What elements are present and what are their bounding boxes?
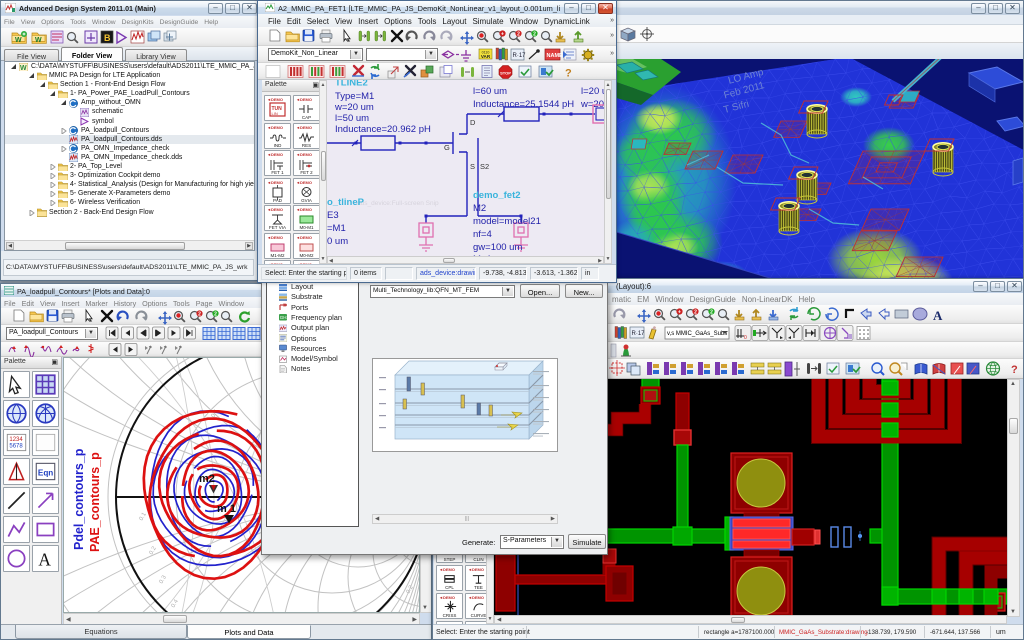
svg-text:m2: m2 (199, 473, 215, 485)
svg-text:G: G (444, 143, 450, 152)
svg-text:D: D (470, 118, 476, 127)
svg-text:=M1: =M1 (327, 223, 346, 234)
svg-text:W: W (20, 65, 27, 72)
svg-text:model=model21: model=model21 (473, 216, 541, 227)
svg-text:R·17: R·17 (513, 53, 527, 59)
svg-text:S: S (470, 162, 475, 171)
svg-text:0: 0 (744, 335, 747, 341)
svg-text:2: 2 (694, 310, 697, 316)
svg-text:o_tlineP: o_tlineP (327, 197, 365, 208)
svg-text:l=50 um: l=50 um (335, 113, 369, 124)
svg-text:A: A (933, 308, 943, 323)
svg-text:2: 2 (214, 312, 217, 318)
svg-text:gw=100 um: gw=100 um (473, 242, 522, 253)
svg-text:nf=4: nf=4 (473, 229, 492, 240)
svg-text:l=20 u: l=20 u (581, 86, 604, 97)
svg-text:R·17: R·17 (632, 331, 646, 337)
svg-text:l=60 um: l=60 um (473, 86, 507, 97)
svg-text:Inductance=25.1544 pH: Inductance=25.1544 pH (473, 99, 574, 110)
svg-text:S2: S2 (480, 162, 489, 171)
svg-text:w=20 um: w=20 um (334, 102, 374, 113)
svg-text:+: + (678, 310, 681, 316)
svg-text:A: A (38, 551, 51, 570)
svg-text:1234: 1234 (9, 437, 23, 443)
svg-text:W: W (15, 37, 22, 44)
svg-text:STOP: STOP (500, 70, 511, 75)
svg-text:M2: M2 (473, 203, 486, 214)
svg-text:VAR: VAR (481, 54, 491, 59)
svg-text:+: + (501, 32, 504, 38)
svg-text:Inductance=20.962 pH: Inductance=20.962 pH (335, 124, 431, 135)
svg-text:GHz: GHz (280, 316, 287, 321)
svg-text:m 1: m 1 (217, 503, 236, 515)
svg-text:5678: 5678 (9, 443, 23, 449)
svg-text:LIN: LIN (272, 111, 278, 116)
svg-text:v,s MMIC_GaAs_Subs: v,s MMIC_GaAs_Subs (667, 331, 727, 337)
svg-text:Type=M1: Type=M1 (335, 91, 374, 102)
svg-text:?: ? (565, 68, 572, 80)
svg-text:2: 2 (517, 32, 520, 38)
svg-text:Eqn: Eqn (38, 468, 53, 477)
svg-text:TLINE2: TLINE2 (335, 80, 368, 89)
svg-text:ads_device:Full-screen Snip: ads_device:Full-screen Snip (357, 200, 439, 207)
svg-text:W: W (35, 37, 42, 44)
svg-text:2: 2 (198, 312, 201, 318)
svg-text:E3: E3 (327, 210, 339, 221)
svg-text:?: ? (1011, 364, 1018, 376)
svg-text:2: 2 (533, 32, 536, 38)
svg-text:2: 2 (710, 310, 713, 316)
svg-text:demo_fet2: demo_fet2 (473, 190, 521, 201)
svg-text:0 um: 0 um (327, 236, 348, 247)
svg-text:NAME: NAME (547, 53, 564, 59)
svg-text:B: B (104, 33, 111, 43)
